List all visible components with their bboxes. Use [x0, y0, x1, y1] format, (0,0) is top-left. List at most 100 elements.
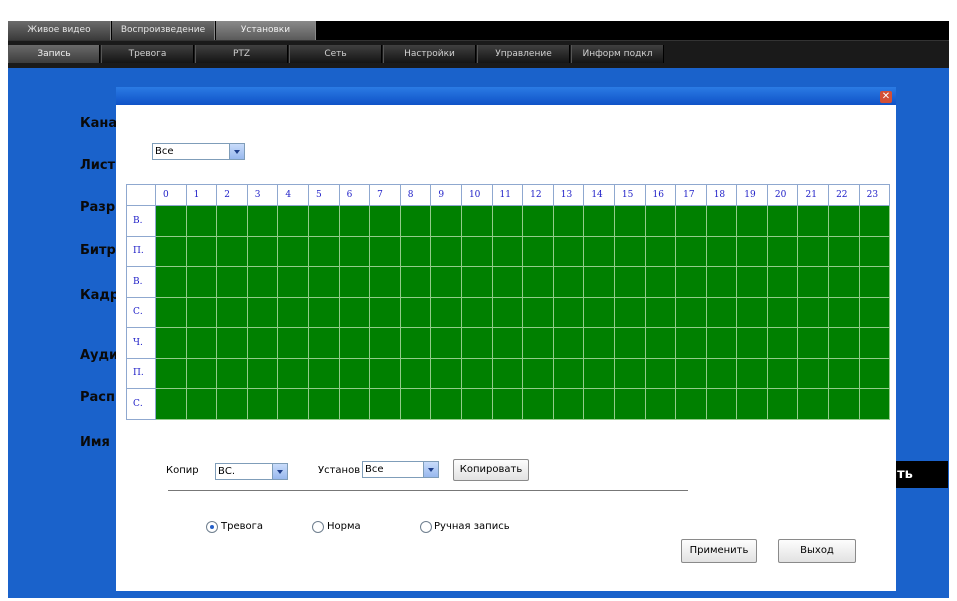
- schedule-cell[interactable]: [766, 296, 799, 328]
- schedule-cell[interactable]: [552, 327, 585, 359]
- schedule-cell[interactable]: [277, 296, 309, 328]
- schedule-cell[interactable]: [460, 357, 493, 389]
- schedule-cell[interactable]: [491, 327, 524, 359]
- schedule-cell[interactable]: [583, 266, 615, 298]
- schedule-cell[interactable]: [583, 235, 615, 267]
- schedule-cell[interactable]: [766, 235, 799, 267]
- schedule-cell[interactable]: [277, 327, 309, 359]
- schedule-cell[interactable]: [613, 357, 646, 389]
- schedule-cell[interactable]: [828, 235, 860, 267]
- schedule-cell[interactable]: [766, 205, 799, 237]
- schedule-cell[interactable]: [522, 388, 554, 420]
- schedule-cell[interactable]: [828, 357, 860, 389]
- schedule-cell[interactable]: [246, 205, 279, 237]
- schedule-cell[interactable]: [644, 266, 677, 298]
- schedule-cell[interactable]: [522, 266, 554, 298]
- schedule-cell[interactable]: [797, 296, 830, 328]
- schedule-cell[interactable]: [675, 388, 707, 420]
- schedule-cell[interactable]: [277, 235, 309, 267]
- schedule-cell[interactable]: [675, 357, 707, 389]
- schedule-cell[interactable]: [307, 235, 340, 267]
- schedule-cell[interactable]: [858, 327, 891, 359]
- schedule-cell[interactable]: [644, 296, 677, 328]
- schedule-cell[interactable]: [705, 357, 738, 389]
- schedule-cell[interactable]: [675, 296, 707, 328]
- schedule-cell[interactable]: [369, 235, 401, 267]
- schedule-cell[interactable]: [491, 388, 524, 420]
- schedule-cell[interactable]: [246, 266, 279, 298]
- schedule-cell[interactable]: [858, 357, 891, 389]
- schedule-cell[interactable]: [675, 235, 707, 267]
- schedule-cell[interactable]: [460, 266, 493, 298]
- schedule-cell[interactable]: [705, 235, 738, 267]
- schedule-cell[interactable]: [583, 205, 615, 237]
- schedule-cell[interactable]: [216, 327, 248, 359]
- schedule-cell[interactable]: [858, 266, 891, 298]
- schedule-cell[interactable]: [185, 205, 218, 237]
- schedule-cell[interactable]: [613, 296, 646, 328]
- exit-button[interactable]: Выход: [778, 539, 856, 563]
- schedule-cell[interactable]: [858, 235, 891, 267]
- schedule-cell[interactable]: [216, 266, 248, 298]
- tab-settings[interactable]: Установки: [216, 21, 316, 40]
- schedule-cell[interactable]: [369, 388, 401, 420]
- schedule-cell[interactable]: [460, 388, 493, 420]
- schedule-cell[interactable]: [399, 296, 432, 328]
- schedule-cell[interactable]: [185, 357, 218, 389]
- chevron-down-icon[interactable]: [229, 144, 244, 159]
- schedule-cell[interactable]: [369, 205, 401, 237]
- schedule-cell[interactable]: [155, 327, 187, 359]
- subtab-connection-info[interactable]: Информ подкл: [571, 45, 664, 63]
- schedule-cell[interactable]: [736, 205, 768, 237]
- channel-select[interactable]: Все: [152, 143, 245, 160]
- tab-live-video[interactable]: Живое видео: [8, 21, 111, 40]
- tab-playback[interactable]: Воспроизведение: [112, 21, 215, 40]
- schedule-cell[interactable]: [644, 388, 677, 420]
- schedule-cell[interactable]: [522, 357, 554, 389]
- schedule-cell[interactable]: [705, 296, 738, 328]
- schedule-cell[interactable]: [644, 327, 677, 359]
- schedule-cell[interactable]: [430, 327, 462, 359]
- schedule-cell[interactable]: [552, 357, 585, 389]
- schedule-cell[interactable]: [155, 296, 187, 328]
- schedule-cell[interactable]: [399, 266, 432, 298]
- schedule-cell[interactable]: [613, 205, 646, 237]
- schedule-cell[interactable]: [522, 296, 554, 328]
- schedule-cell[interactable]: [216, 205, 248, 237]
- schedule-cell[interactable]: [185, 235, 218, 267]
- schedule-cell[interactable]: [797, 205, 830, 237]
- schedule-cell[interactable]: [491, 357, 524, 389]
- schedule-cell[interactable]: [491, 235, 524, 267]
- schedule-cell[interactable]: [797, 235, 830, 267]
- schedule-cell[interactable]: [705, 327, 738, 359]
- schedule-cell[interactable]: [613, 327, 646, 359]
- subtab-network[interactable]: Сеть: [289, 45, 382, 63]
- schedule-cell[interactable]: [430, 357, 462, 389]
- schedule-cell[interactable]: [399, 357, 432, 389]
- schedule-cell[interactable]: [277, 357, 309, 389]
- subtab-management[interactable]: Управление: [477, 45, 570, 63]
- schedule-cell[interactable]: [430, 388, 462, 420]
- schedule-cell[interactable]: [797, 266, 830, 298]
- schedule-cell[interactable]: [552, 235, 585, 267]
- schedule-cell[interactable]: [736, 266, 768, 298]
- schedule-cell[interactable]: [246, 357, 279, 389]
- schedule-cell[interactable]: [491, 266, 524, 298]
- schedule-cell[interactable]: [430, 296, 462, 328]
- radio-manual-record[interactable]: [420, 521, 432, 533]
- schedule-cell[interactable]: [399, 235, 432, 267]
- schedule-cell[interactable]: [828, 327, 860, 359]
- schedule-cell[interactable]: [644, 205, 677, 237]
- schedule-cell[interactable]: [246, 235, 279, 267]
- schedule-cell[interactable]: [430, 205, 462, 237]
- schedule-cell[interactable]: [797, 388, 830, 420]
- schedule-cell[interactable]: [430, 266, 462, 298]
- schedule-cell[interactable]: [736, 296, 768, 328]
- schedule-cell[interactable]: [338, 388, 371, 420]
- schedule-cell[interactable]: [766, 388, 799, 420]
- schedule-cell[interactable]: [216, 296, 248, 328]
- schedule-cell[interactable]: [644, 357, 677, 389]
- schedule-cell[interactable]: [522, 205, 554, 237]
- schedule-cell[interactable]: [338, 266, 371, 298]
- schedule-cell[interactable]: [307, 266, 340, 298]
